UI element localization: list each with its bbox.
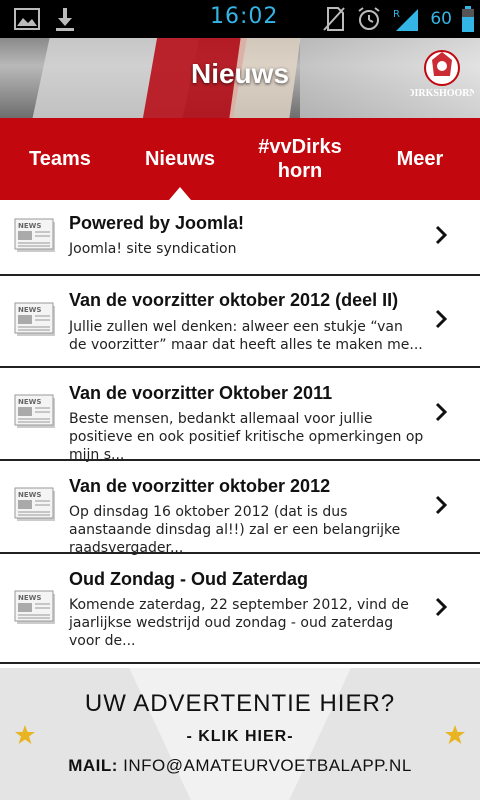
newspaper-icon: NEWS [14, 394, 55, 428]
list-item[interactable]: NEWS Van de voorzitter oktober 2012 Op d… [0, 461, 480, 556]
news-description: Jullie zullen wel denken: alweer een stu… [69, 319, 423, 353]
list-item[interactable]: NEWS Van de voorzitter oktober 2012 (dee… [0, 276, 480, 368]
list-item[interactable]: NEWS Van de voorzitter Oktober 2011 Best… [0, 368, 480, 463]
advertisement-banner[interactable]: UW ADVERTENTIE HIER? - KLIK HIER- MAIL: … [0, 668, 480, 800]
newspaper-icon: NEWS [14, 218, 55, 252]
alarm-icon [358, 7, 380, 30]
svg-text:NEWS: NEWS [18, 222, 41, 230]
chevron-right-icon [435, 225, 448, 245]
ad-mail-line: MAIL: INFO@AMATEURVOETBALAPP.NL [0, 756, 480, 776]
page-title: Nieuws [190, 58, 290, 89]
ad-mail-address[interactable]: INFO@AMATEURVOETBALAPP.NL [123, 756, 412, 775]
svg-text:NEWS: NEWS [18, 398, 41, 406]
news-description: Komende zaterdag, 22 september 2012, vin… [69, 597, 409, 649]
newspaper-icon: NEWS [14, 487, 55, 521]
tab-label: Meer [396, 148, 444, 170]
chevron-right-icon [435, 402, 448, 422]
signal-icon: R [393, 9, 419, 31]
news-title: Van de voorzitter oktober 2012 (deel II) [69, 290, 399, 310]
news-description: Beste mensen, bedankt allemaal voor jull… [69, 411, 424, 463]
news-title: Van de voorzitter oktober 2012 [69, 476, 331, 496]
download-icon [56, 8, 74, 31]
news-description: Joomla! site syndication [69, 241, 237, 257]
tab-vvdirkshorn[interactable]: #vvDirks horn [240, 118, 360, 200]
svg-text:NEWS: NEWS [18, 594, 41, 602]
news-title: Oud Zondag - Oud Zaterdag [69, 569, 308, 589]
list-item[interactable]: NEWS Powered by Joomla! Joomla! site syn… [0, 200, 480, 276]
news-title: Powered by Joomla! [69, 213, 245, 233]
active-tab-indicator [169, 187, 191, 200]
club-logo[interactable]: DIRKSHOORN [410, 46, 474, 102]
battery-icon [462, 6, 474, 32]
signal-label: R [393, 9, 400, 20]
clock: 16:02 [210, 4, 279, 29]
ad-mail-label: MAIL: [68, 756, 118, 775]
newspaper-icon: NEWS [14, 590, 55, 624]
news-list: NEWS Powered by Joomla! Joomla! site syn… [0, 200, 480, 668]
svg-text:NEWS: NEWS [18, 491, 41, 499]
tab-meer[interactable]: Meer [360, 118, 480, 200]
svg-text:NEWS: NEWS [18, 306, 41, 314]
chevron-right-icon [435, 597, 448, 617]
header-banner: Nieuws DIRKSHOORN [0, 38, 480, 118]
tab-nieuws[interactable]: Nieuws [120, 118, 240, 200]
news-description: Op dinsdag 16 oktober 2012 (dat is dus a… [69, 504, 401, 556]
battery-percent: 60 [430, 9, 452, 29]
tab-teams[interactable]: Teams [0, 118, 120, 200]
tab-label: Nieuws [144, 148, 216, 170]
no-sim-icon [323, 7, 346, 31]
status-bar: 16:02 R 60 [0, 0, 480, 38]
newspaper-icon: NEWS [14, 302, 55, 336]
tab-bar: Teams Nieuws #vvDirks horn Meer [0, 118, 480, 200]
image-icon [14, 8, 40, 30]
logo-text: DIRKSHOORN [410, 88, 474, 99]
news-title: Van de voorzitter Oktober 2011 [69, 383, 333, 403]
chevron-right-icon [435, 495, 448, 515]
tab-label: Teams [29, 148, 91, 170]
ad-headline: UW ADVERTENTIE HIER? [84, 690, 396, 717]
tab-label: #vvDirks horn [258, 136, 342, 182]
list-item[interactable]: NEWS Oud Zondag - Oud Zaterdag Komende z… [0, 554, 480, 664]
ad-click-here[interactable]: - KLIK HIER- [0, 728, 480, 746]
chevron-right-icon [435, 309, 448, 329]
